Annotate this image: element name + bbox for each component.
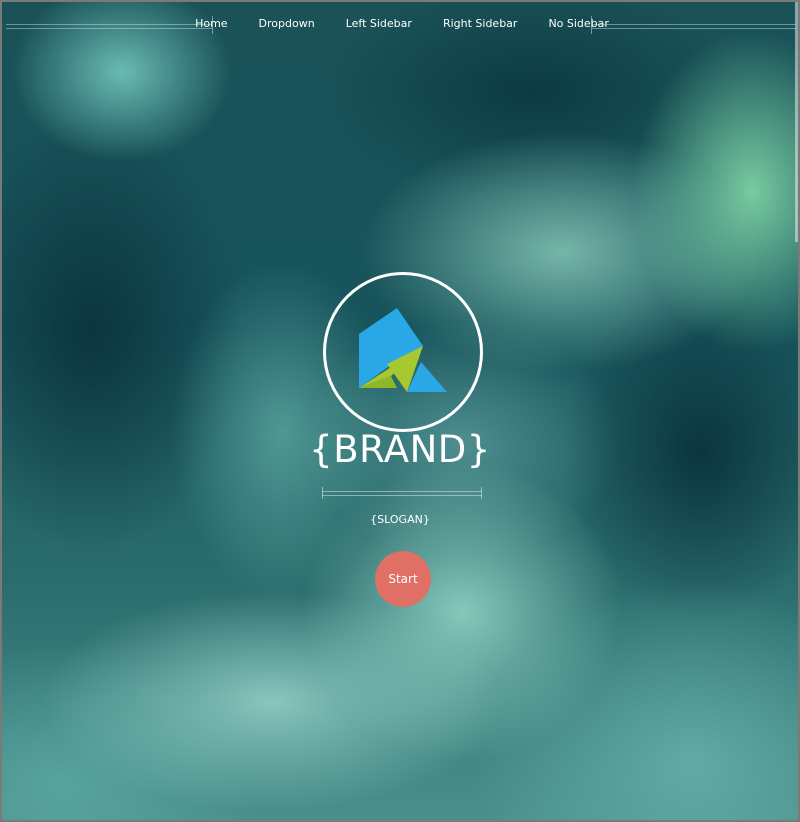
nav-item-home[interactable]: Home: [195, 14, 227, 34]
page: Home Dropdown Left Sidebar Right Sidebar…: [0, 0, 800, 822]
divider-tick-left: [322, 487, 323, 499]
slogan-text: {SLOGAN}: [370, 513, 430, 526]
divider-tick-right: [481, 487, 482, 499]
nav-menu: Home Dropdown Left Sidebar Right Sidebar…: [195, 14, 609, 34]
geometric-mountain-logo-icon: [359, 308, 447, 392]
nav-decor-line-left: [6, 24, 212, 29]
nav-item-right-sidebar[interactable]: Right Sidebar: [443, 14, 518, 34]
nav-item-left-sidebar[interactable]: Left Sidebar: [346, 14, 412, 34]
nav-item-dropdown[interactable]: Dropdown: [259, 14, 315, 34]
start-button[interactable]: Start: [375, 551, 431, 607]
nav-decor-line-right: [592, 24, 796, 29]
brand-divider: [322, 487, 482, 499]
top-navigation: Home Dropdown Left Sidebar Right Sidebar…: [2, 14, 798, 36]
brand-title: {BRAND}: [309, 428, 491, 471]
scrollbar[interactable]: [795, 2, 798, 242]
